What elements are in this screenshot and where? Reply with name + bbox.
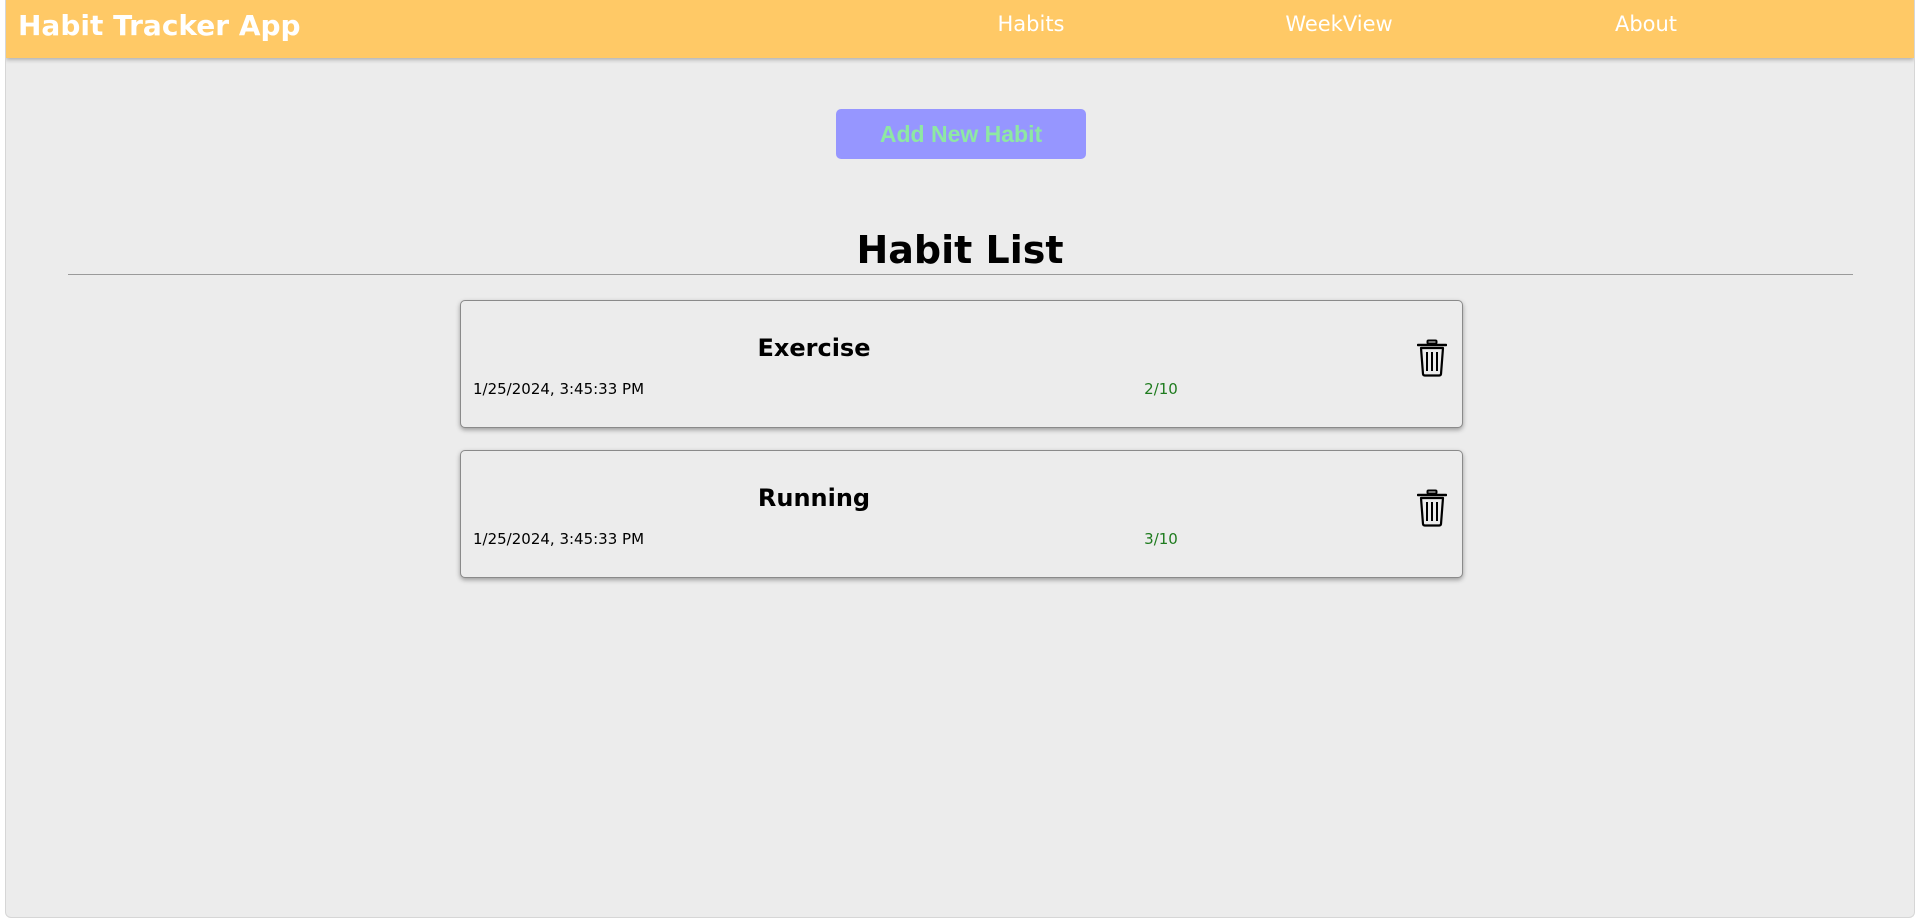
habit-card-exercise: Exercise 1/25/2024, 3:45:33 PM 2/10 <box>460 300 1463 428</box>
habit-progress: 3/10 <box>1144 530 1178 548</box>
habit-progress: 2/10 <box>1144 380 1178 398</box>
habit-list-title: Habit List <box>856 228 1064 272</box>
nav-link-habits[interactable]: Habits <box>998 12 1065 36</box>
app-window: Habit Tracker App Habits WeekView About … <box>5 0 1915 918</box>
title-divider <box>68 274 1853 275</box>
brand-title[interactable]: Habit Tracker App <box>18 9 301 42</box>
habit-date: 1/25/2024, 3:45:33 PM <box>473 530 645 548</box>
habit-date: 1/25/2024, 3:45:33 PM <box>473 380 645 398</box>
trash-icon[interactable] <box>1416 339 1448 377</box>
nav-link-weekview[interactable]: WeekView <box>1285 12 1392 36</box>
trash-icon[interactable] <box>1416 489 1448 527</box>
habit-name: Exercise <box>757 334 871 362</box>
navbar: Habit Tracker App Habits WeekView About <box>6 0 1914 58</box>
add-new-habit-button[interactable]: Add New Habit <box>836 109 1086 159</box>
habit-card-running: Running 1/25/2024, 3:45:33 PM 3/10 <box>460 450 1463 578</box>
habit-name: Running <box>757 484 871 512</box>
nav-link-about[interactable]: About <box>1615 12 1677 36</box>
